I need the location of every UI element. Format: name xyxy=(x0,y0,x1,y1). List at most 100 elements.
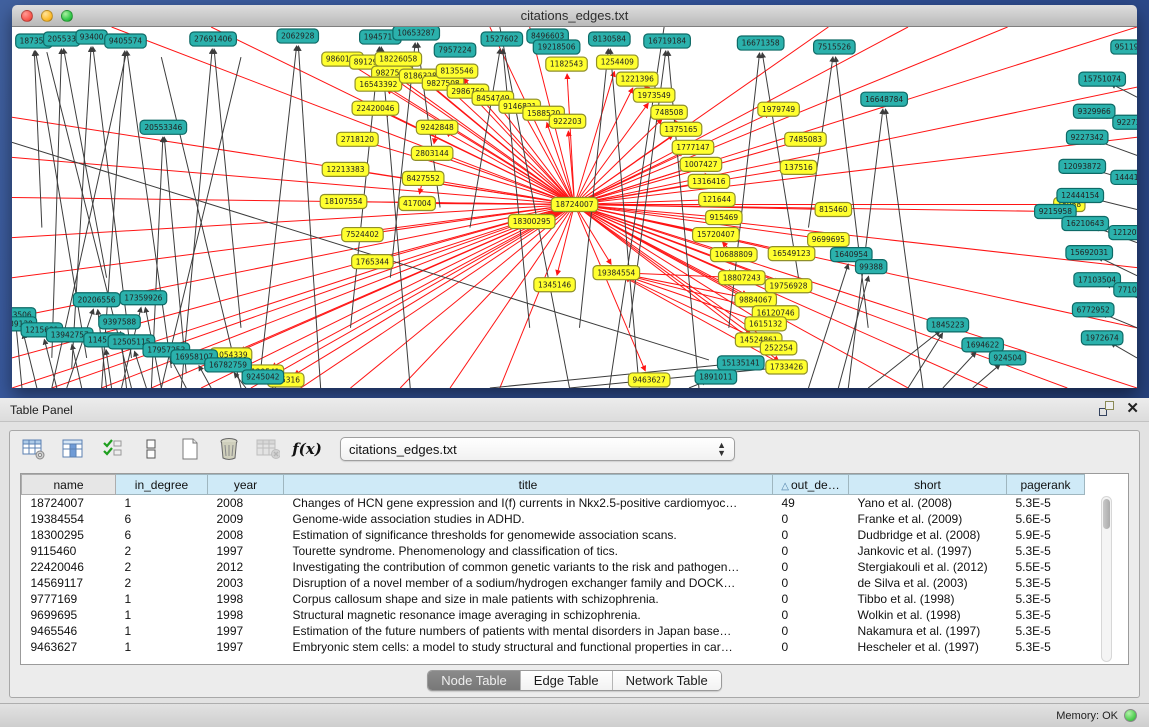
table-cell[interactable]: Nakamura et al. (1997) xyxy=(849,623,1007,639)
graph-edge[interactable] xyxy=(34,51,42,227)
table-cell[interactable]: 2012 xyxy=(208,559,284,575)
graph-node[interactable]: 1221396 xyxy=(616,72,658,86)
table-cell[interactable]: 1997 xyxy=(208,623,284,639)
graph-edge[interactable] xyxy=(908,333,942,388)
column-header-short[interactable]: short xyxy=(849,475,1007,495)
graph-edge[interactable] xyxy=(885,109,922,388)
table-cell[interactable]: 9463627 xyxy=(22,639,116,655)
column-header-year[interactable]: year xyxy=(208,475,284,495)
graph-edge[interactable] xyxy=(64,49,107,278)
table-cell[interactable]: 9465546 xyxy=(22,623,116,639)
graph-node[interactable]: 1694622 xyxy=(962,338,1004,352)
graph-node[interactable]: 9227342 xyxy=(1066,130,1108,144)
graph-node[interactable]: 20206556 xyxy=(73,293,120,307)
graph-edge[interactable] xyxy=(201,204,574,388)
graph-edge[interactable] xyxy=(570,368,777,388)
graph-edge[interactable] xyxy=(838,276,868,388)
table-row[interactable]: 946554611997Estimation of the future num… xyxy=(22,623,1085,639)
graph-node[interactable]: 19218506 xyxy=(533,40,580,54)
graph-edge[interactable] xyxy=(12,157,575,204)
graph-edge[interactable] xyxy=(214,49,241,328)
graph-node[interactable]: 2718120 xyxy=(337,132,379,146)
graph-edge[interactable] xyxy=(382,204,575,258)
table-cell[interactable]: Tourette syndrome. Phenomenology and cla… xyxy=(284,543,773,559)
table-cell[interactable]: 1997 xyxy=(208,639,284,655)
table-cell[interactable]: 9699695 xyxy=(22,607,116,623)
graph-node[interactable]: 915469 xyxy=(706,211,742,225)
graph-node[interactable]: 1845223 xyxy=(927,318,969,332)
table-cell[interactable]: Embryonic stem cells: a model to study s… xyxy=(284,639,773,655)
table-cell[interactable]: 0 xyxy=(773,527,849,543)
graph-node[interactable]: 16210643 xyxy=(1062,217,1109,231)
graph-node[interactable]: 15720407 xyxy=(693,228,740,242)
table-cell[interactable]: 1 xyxy=(116,591,208,607)
graph-node[interactable]: 18300295 xyxy=(508,215,555,229)
graph-node[interactable]: 121202 xyxy=(1109,226,1137,240)
graph-node[interactable]: 8427552 xyxy=(402,171,444,185)
table-cell[interactable]: 2 xyxy=(116,559,208,575)
table-cell[interactable]: Stergiakouli et al. (2012) xyxy=(849,559,1007,575)
graph-node[interactable]: 7957224 xyxy=(434,43,476,57)
graph-node[interactable]: 12093872 xyxy=(1059,159,1106,173)
table-cell[interactable]: 18300295 xyxy=(22,527,116,543)
graph-edge[interactable] xyxy=(23,334,37,388)
table-cell[interactable]: 0 xyxy=(773,543,849,559)
graph-node[interactable]: 17359926 xyxy=(120,291,167,305)
graph-node[interactable]: 1973549 xyxy=(633,88,675,102)
memory-ok-indicator[interactable] xyxy=(1124,709,1137,722)
graph-node[interactable]: 1007427 xyxy=(680,157,722,171)
table-cell[interactable]: Jankovic et al. (1997) xyxy=(849,543,1007,559)
graph-node[interactable]: 1527602 xyxy=(481,32,523,46)
graph-node[interactable]: 10653287 xyxy=(393,27,440,40)
graph-node[interactable]: 1765344 xyxy=(352,255,394,269)
table-cell[interactable]: Hescheler et al. (1997) xyxy=(849,639,1007,655)
table-row[interactable]: 1830029562008Estimation of significance … xyxy=(22,527,1085,543)
graph-node[interactable]: 137516 xyxy=(780,160,816,174)
table-cell[interactable]: 0 xyxy=(773,575,849,591)
graph-node[interactable]: 748508 xyxy=(651,105,687,119)
table-cell[interactable]: Yano et al. (2008) xyxy=(849,495,1007,511)
table-cell[interactable]: 9777169 xyxy=(22,591,116,607)
graph-edge[interactable] xyxy=(575,204,612,264)
graph-node[interactable]: 121644 xyxy=(699,192,735,206)
graph-node[interactable]: 8135546 xyxy=(436,64,478,78)
table-cell[interactable]: de Silva et al. (2003) xyxy=(849,575,1007,591)
table-cell[interactable]: 0 xyxy=(773,559,849,575)
tab-node-table[interactable]: Node Table xyxy=(428,671,521,690)
graph-edge[interactable] xyxy=(72,345,82,388)
table-cell[interactable]: Estimation of the future numbers of pati… xyxy=(284,623,773,639)
table-row[interactable]: 1872400712008Changes of HCN gene express… xyxy=(22,495,1085,511)
table-cell[interactable]: 5.6E-5 xyxy=(1007,511,1085,527)
table-cell[interactable]: 0 xyxy=(773,607,849,623)
float-panel-icon[interactable] xyxy=(1099,401,1114,416)
table-cell[interactable]: 2009 xyxy=(208,511,284,527)
table-cell[interactable]: 14569117 xyxy=(22,575,116,591)
graph-edge[interactable] xyxy=(575,137,1138,204)
graph-node[interactable]: 16549123 xyxy=(768,247,815,261)
select-columns-button[interactable] xyxy=(100,437,124,461)
graph-node[interactable]: 7485083 xyxy=(785,132,827,146)
table-row[interactable]: 977716911998Corpus callosum shape and si… xyxy=(22,591,1085,607)
table-cell[interactable]: 5.5E-5 xyxy=(1007,559,1085,575)
graph-node[interactable]: 7524402 xyxy=(342,228,384,242)
table-cell[interactable]: Changes of HCN gene expression and I(f) … xyxy=(284,495,773,511)
table-row[interactable]: 946362711997Embryonic stem cells: a mode… xyxy=(22,639,1085,655)
network-window-titlebar[interactable]: citations_edges.txt xyxy=(12,5,1137,27)
table-cell[interactable]: 5.3E-5 xyxy=(1007,639,1085,655)
table-cell[interactable]: 9115460 xyxy=(22,543,116,559)
table-cell[interactable]: 2008 xyxy=(208,527,284,543)
graph-node[interactable]: 18807243 xyxy=(718,271,765,285)
graph-node[interactable]: 16719184 xyxy=(644,34,691,48)
graph-node[interactable]: 6772952 xyxy=(1072,303,1114,317)
graph-node[interactable]: 417004 xyxy=(399,196,435,210)
graph-node[interactable]: 815460 xyxy=(815,202,851,216)
graph-edge[interactable] xyxy=(52,49,62,358)
network-canvas[interactable]: 1872400718300295986012389129541822605898… xyxy=(12,27,1137,388)
graph-node[interactable]: 9329966 xyxy=(1073,104,1115,118)
graph-node[interactable]: 12213383 xyxy=(322,162,369,176)
table-cell[interactable]: 2003 xyxy=(208,575,284,591)
graph-node[interactable]: 1254409 xyxy=(597,55,639,69)
table-cell[interactable]: 1 xyxy=(116,495,208,511)
graph-edge[interactable] xyxy=(973,364,1000,388)
graph-node[interactable]: 9242848 xyxy=(416,120,458,134)
